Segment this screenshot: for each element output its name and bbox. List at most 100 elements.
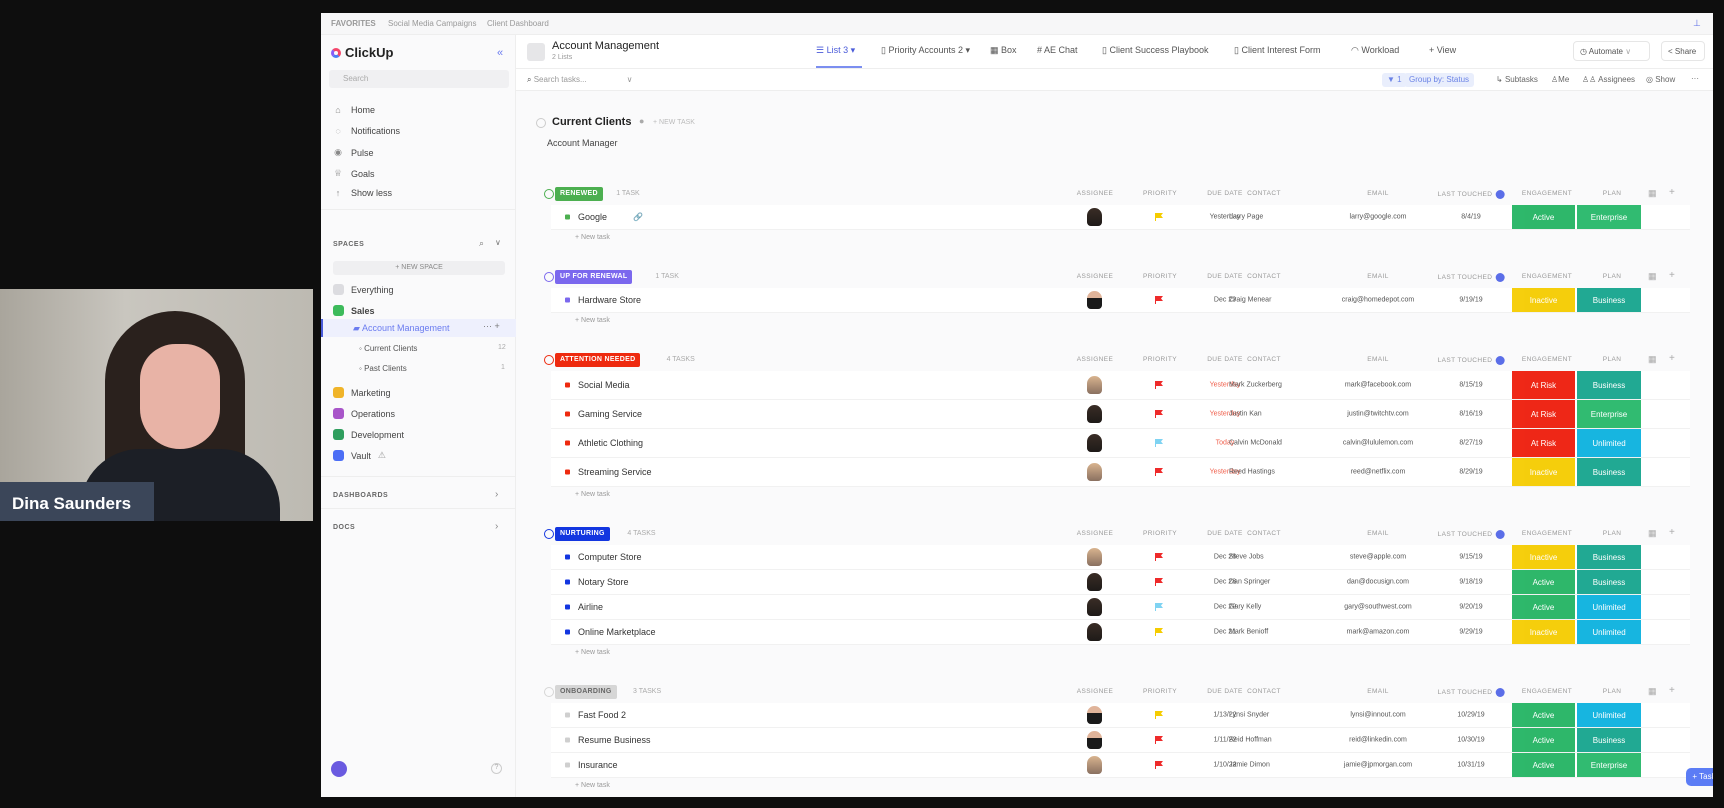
plan-cell[interactable]: Enterprise [1577,753,1641,777]
last-touched[interactable]: 9/19/19 [1441,297,1501,304]
assignee-avatar[interactable] [1087,434,1102,452]
column-header[interactable]: ASSIGNEE [1077,356,1113,363]
contact[interactable]: Jamie Dimon [1229,761,1309,770]
engagement-cell[interactable]: At Risk [1512,429,1575,457]
sidebar-item-goals[interactable]: ♕ Goals [333,168,375,179]
column-header[interactable]: CONTACT [1247,356,1281,363]
column-header[interactable]: CONTACT [1247,688,1281,695]
column-header[interactable]: EMAIL [1367,356,1389,363]
priority-flag-icon[interactable] [1155,628,1163,636]
collapse-group-icon[interactable] [544,272,554,282]
contact[interactable]: Justin Kan [1229,410,1309,419]
favorite-social-media-campaigns[interactable]: Social Media Campaigns [388,19,477,28]
sidebar-space-everything[interactable]: Everything [333,284,394,295]
sidebar-space-operations[interactable]: Operations [333,408,395,419]
status-badge[interactable]: RENEWED [555,187,603,201]
column-header[interactable]: ENGAGEMENT [1522,273,1572,280]
task-row[interactable]: Airline Dec 29 Gary Kelly gary@southwest… [551,595,1690,620]
task-name[interactable]: Google [578,212,607,222]
task-row[interactable]: Gaming Service Yesterday Justin Kan just… [551,400,1690,429]
new-task-link[interactable]: + New task [575,487,1713,503]
assignee-avatar[interactable] [1087,548,1102,566]
column-header[interactable]: CONTACT [1247,273,1281,280]
plan-cell[interactable]: Business [1577,545,1641,569]
contact[interactable]: Steve Jobs [1229,553,1309,562]
table-settings-icon[interactable]: ▦ [1648,271,1657,282]
plan-cell[interactable]: Unlimited [1577,703,1641,727]
clickup-logo[interactable]: ClickUp [331,45,393,60]
column-header[interactable]: DUE DATE [1207,688,1243,695]
status-dot[interactable] [565,440,570,446]
column-header[interactable]: CONTACT [1247,190,1281,197]
help-icon[interactable]: ? [491,763,502,774]
tab-list[interactable]: ☰ List 3 ▾ [816,45,855,56]
task-name[interactable]: Fast Food 2 [578,710,626,720]
last-touched[interactable]: 10/29/19 [1441,712,1501,719]
email[interactable]: justin@twitchtv.com [1311,411,1445,418]
status-dot[interactable] [565,604,570,610]
engagement-cell[interactable]: Inactive [1512,288,1575,312]
column-header[interactable]: LAST TOUCHED [1438,190,1505,199]
column-header[interactable]: DUE DATE [1207,530,1243,537]
assignee-avatar[interactable] [1087,623,1102,641]
contact[interactable]: Mark Zuckerberg [1229,381,1309,390]
plan-cell[interactable]: Unlimited [1577,429,1641,457]
email[interactable]: mark@facebook.com [1311,382,1445,389]
contact[interactable]: Gary Kelly [1229,603,1309,612]
assignee-avatar[interactable] [1087,291,1102,309]
plan-cell[interactable]: Unlimited [1577,620,1641,644]
email[interactable]: craig@homedepot.com [1311,297,1445,304]
engagement-cell[interactable]: Active [1512,753,1575,777]
column-header[interactable]: ENGAGEMENT [1522,688,1572,695]
tab-client-interest-form[interactable]: ▯ Client Interest Form [1234,45,1321,56]
collapse-group-icon[interactable] [544,687,554,697]
status-dot[interactable] [565,737,570,743]
task-row[interactable]: Resume Business 1/11/22 Reid Hoffman rei… [551,728,1690,753]
tab-workload[interactable]: ◠ Workload [1351,45,1399,56]
last-touched[interactable]: 9/15/19 [1441,554,1501,561]
priority-flag-icon[interactable] [1155,711,1163,719]
more-options-icon[interactable]: ··· [1691,74,1699,83]
add-task-button[interactable]: + Task [1686,768,1713,786]
task-name[interactable]: Hardware Store [578,295,641,305]
plan-cell[interactable]: Business [1577,458,1641,486]
collapse-group-icon[interactable] [544,529,554,539]
column-header[interactable]: PRIORITY [1143,273,1177,280]
column-header[interactable]: LAST TOUCHED [1438,688,1505,697]
column-header[interactable]: PLAN [1603,356,1622,363]
show-button[interactable]: ◎ Show [1646,75,1675,84]
tab-priority-accounts[interactable]: ▯ Priority Accounts 2 ▾ [881,45,970,56]
priority-flag-icon[interactable] [1155,761,1163,769]
collapse-group-icon[interactable] [544,189,554,199]
add-view-button[interactable]: + View [1429,45,1456,55]
plan-cell[interactable]: Business [1577,570,1641,594]
status-dot[interactable] [565,469,570,475]
status-dot[interactable] [565,629,570,635]
engagement-cell[interactable]: At Risk [1512,371,1575,399]
assignee-avatar[interactable] [1087,376,1102,394]
contact[interactable]: Calvin McDonald [1229,439,1309,448]
contact[interactable]: Mark Benioff [1229,628,1309,637]
engagement-cell[interactable]: Active [1512,595,1575,619]
task-name[interactable]: Athletic Clothing [578,438,643,448]
table-settings-icon[interactable]: ▦ [1648,686,1657,697]
plan-cell[interactable]: Business [1577,288,1641,312]
status-dot[interactable] [565,297,570,303]
column-header[interactable]: PLAN [1603,273,1622,280]
column-header[interactable]: EMAIL [1367,688,1389,695]
assignee-avatar[interactable] [1087,731,1102,749]
info-icon[interactable]: ● [639,116,644,126]
priority-flag-icon[interactable] [1155,439,1163,447]
priority-flag-icon[interactable] [1155,213,1163,221]
status-dot[interactable] [565,382,570,388]
column-header[interactable]: ENGAGEMENT [1522,190,1572,197]
task-name[interactable]: Airline [578,602,603,612]
assignee-avatar[interactable] [1087,756,1102,774]
plan-cell[interactable]: Enterprise [1577,400,1641,428]
column-header[interactable]: ASSIGNEE [1077,688,1113,695]
task-row[interactable]: Online Marketplace Dec 21 Mark Benioff m… [551,620,1690,645]
task-row[interactable]: Athletic Clothing Today Calvin McDonald … [551,429,1690,458]
email[interactable]: larry@google.com [1311,214,1445,221]
column-header[interactable]: PLAN [1603,530,1622,537]
last-touched[interactable]: 9/18/19 [1441,579,1501,586]
